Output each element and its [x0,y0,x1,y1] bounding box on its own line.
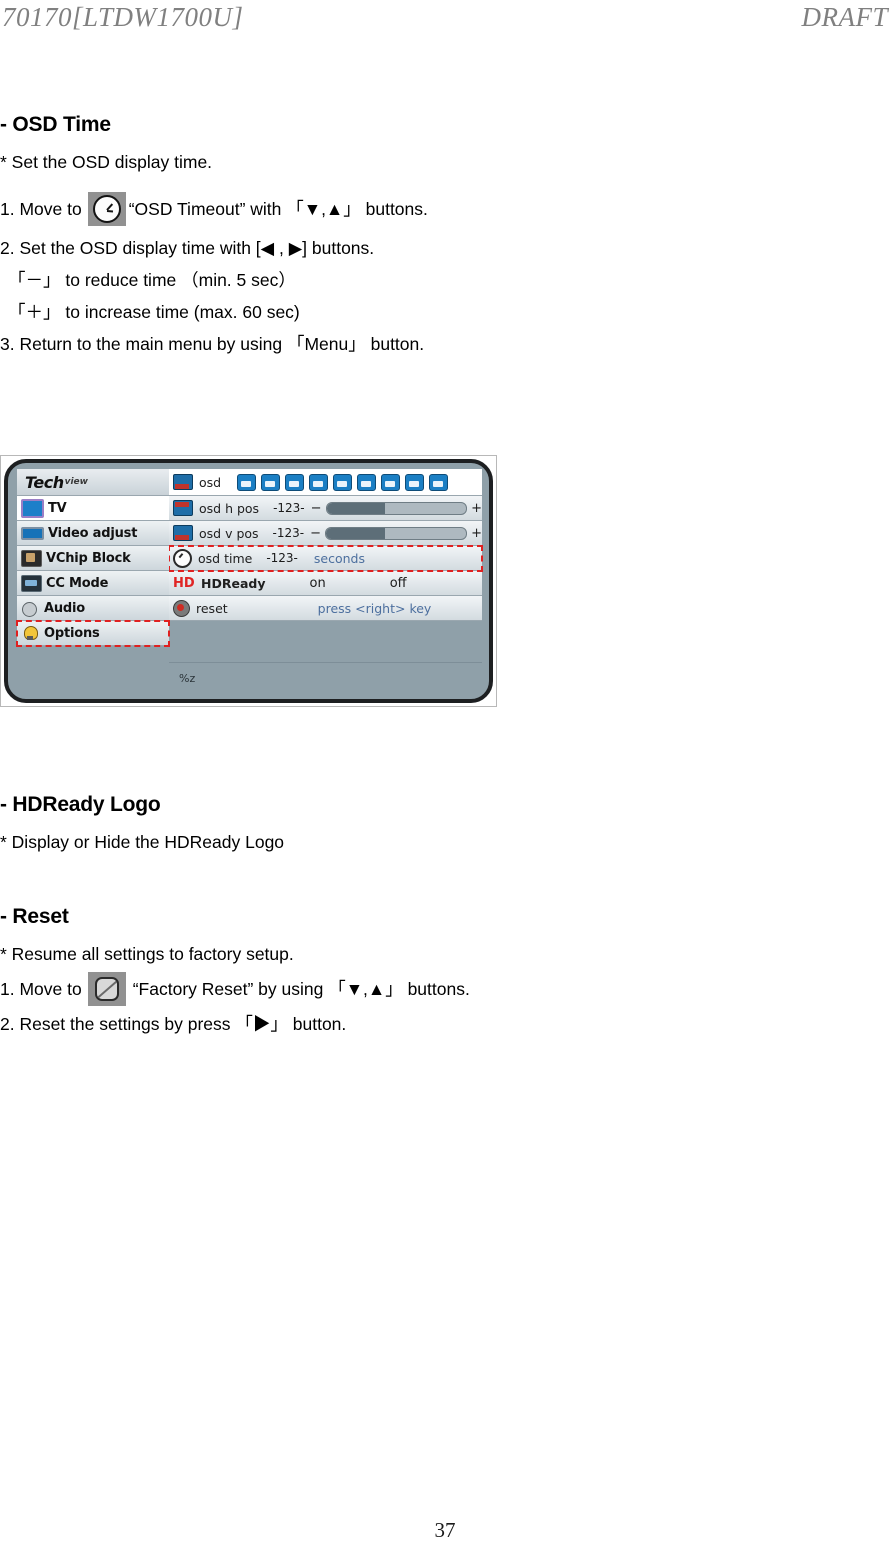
sidebar-item-options[interactable]: Options [16,620,170,647]
osd-row-osd-time[interactable]: osd time -123- seconds [168,545,483,572]
v-pos-slider-track[interactable] [325,526,468,540]
osd-row-language-label: osd [199,474,222,490]
osd-time-step-2-reduce: 「－」 to reduce time （min. 5 sec） [8,270,296,290]
hdready-option-on[interactable]: on [309,576,325,591]
osd-row-reset-hint: press <right> key [317,600,432,616]
osd-row-hdready[interactable]: HD HDReady on off [169,571,482,596]
sidebar-item-audio-label: Audio [44,600,86,616]
osd-time-description: * Set the OSD display time. [0,152,213,172]
language-flag-icon[interactable] [261,473,281,491]
sidebar-item-options-label: Options [44,625,100,641]
osd-row-v-pos-label: osd v pos [199,525,259,541]
sidebar-item-cc-mode-label: CC Mode [46,575,109,591]
hdready-logo-heading: - HDReady Logo [0,793,161,816]
h-pos-slider-fill [326,502,386,514]
reset-description: * Resume all settings to factory setup. [0,944,294,964]
v-pos-slider-fill [326,527,385,539]
language-flag-icon[interactable] [333,473,353,491]
sidebar-item-video-adjust[interactable]: Video adjust [17,521,169,546]
osd-inner: Tech view TV Video adjust VChip Block CC … [16,469,483,693]
language-flag-icon[interactable] [285,473,305,491]
language-flag-icon[interactable] [405,473,425,491]
cc-mode-icon [21,574,42,592]
header-model-code: 70170[LTDW1700U] [2,2,244,32]
header-draft-mark: DRAFT [801,2,888,32]
sidebar-item-tv-label: TV [48,500,67,516]
osd-menu-screenshot: Tech view TV Video adjust VChip Block CC … [0,455,497,707]
osd-h-pos-icon [173,500,193,516]
osd-h-pos-slider[interactable]: − + [311,501,482,516]
osd-row-reset[interactable]: reset press <right> key [169,596,482,621]
osd-time-step-1-suffix: “OSD Timeout” with 「▼,▲」 buttons. [128,199,428,219]
h-pos-plus-label[interactable]: + [471,501,482,516]
tv-icon [21,498,44,518]
hd-badge-icon: HD [173,575,195,591]
clock-icon [87,192,126,226]
osd-row-osd-time-value: -123- [266,551,298,565]
reset-icon [173,599,190,617]
osd-row-h-pos[interactable]: osd h pos -123- − + [169,496,482,521]
osd-time-step-1: 1. Move to “OSD Timeout” with 「▼,▲」 butt… [0,192,890,226]
language-flag-strip[interactable] [237,473,449,491]
techview-logo: Tech view [17,469,169,496]
hdready-logo-description: * Display or Hide the HDReady Logo [0,832,285,852]
sidebar-item-tv[interactable]: TV [17,496,169,521]
brand-view-text: view [64,477,88,487]
osd-row-hdready-label: HDReady [201,575,266,591]
h-pos-slider-track[interactable] [325,501,468,515]
osd-bezel: Tech view TV Video adjust VChip Block CC … [4,459,493,703]
document-content-lower: - HDReady Logo * Display or Hide the HDR… [0,790,890,1036]
reset-step-1-suffix: “Factory Reset” by using 「▼,▲」 buttons. [132,979,470,999]
osd-row-language[interactable]: osd [169,469,482,496]
osd-row-v-pos-value: -123- [272,526,305,540]
osd-time-step-3: 3. Return to the main menu by using 「Men… [0,334,425,354]
sidebar-item-vchip-block[interactable]: VChip Block [17,546,169,571]
osd-settings-list: osd osd h pos -123- − + osd v pos -123- … [168,469,483,693]
osd-language-icon [173,474,193,490]
language-flag-icon[interactable] [309,473,329,491]
reset-step-1: 1. Move to “Factory Reset” by using 「▼,▲… [0,972,890,1006]
audio-icon [21,601,40,617]
osd-row-h-pos-value: -123- [273,501,305,515]
reset-step-1-prefix: 1. Move to [0,979,82,999]
factory-reset-icon [87,972,126,1006]
language-flag-icon[interactable] [357,473,377,491]
osd-time-step-2: 2. Set the OSD display time with [◀ , ▶]… [0,238,375,258]
page-header: 70170[LTDW1700U] DRAFT [0,2,890,38]
document-content: - OSD Time * Set the OSD display time. 1… [0,110,890,356]
osd-time-step-2-increase: 「＋」 to increase time (max. 60 sec) [8,302,300,322]
language-flag-icon[interactable] [381,473,401,491]
osd-row-v-pos[interactable]: osd v pos -123- − + [169,521,482,546]
hdready-option-off[interactable]: off [390,576,407,591]
osd-row-osd-time-label: osd time [198,550,253,566]
sidebar-item-audio[interactable]: Audio [17,596,169,621]
osd-row-osd-time-unit: seconds [313,550,365,566]
vchip-block-icon [21,549,42,567]
osd-time-step-1-prefix: 1. Move to [0,199,82,219]
language-flag-icon[interactable] [429,473,449,491]
reset-heading: - Reset [0,905,69,928]
sidebar-item-cc-mode[interactable]: CC Mode [17,571,169,596]
video-adjust-icon [21,526,44,540]
language-flag-icon[interactable] [237,473,257,491]
osd-time-heading: - OSD Time [0,113,111,136]
osd-row-reset-label: reset [196,600,228,616]
osd-sidebar: Tech view TV Video adjust VChip Block CC … [16,469,170,693]
osd-v-pos-icon [173,525,193,541]
v-pos-plus-label[interactable]: + [471,526,482,541]
h-pos-minus-label[interactable]: − [311,501,322,516]
brand-tech-text: Tech [25,472,64,492]
sidebar-item-video-adjust-label: Video adjust [48,525,138,541]
v-pos-minus-label[interactable]: − [310,526,321,541]
reset-step-2: 2. Reset the settings by press 「▶」 butto… [0,1014,347,1034]
options-icon [21,625,40,641]
osd-v-pos-slider[interactable]: − + [310,526,482,541]
page-number: 37 [434,1518,456,1542]
osd-time-clock-icon [173,548,192,568]
sidebar-item-vchip-block-label: VChip Block [46,550,131,566]
osd-row-h-pos-label: osd h pos [199,500,260,516]
